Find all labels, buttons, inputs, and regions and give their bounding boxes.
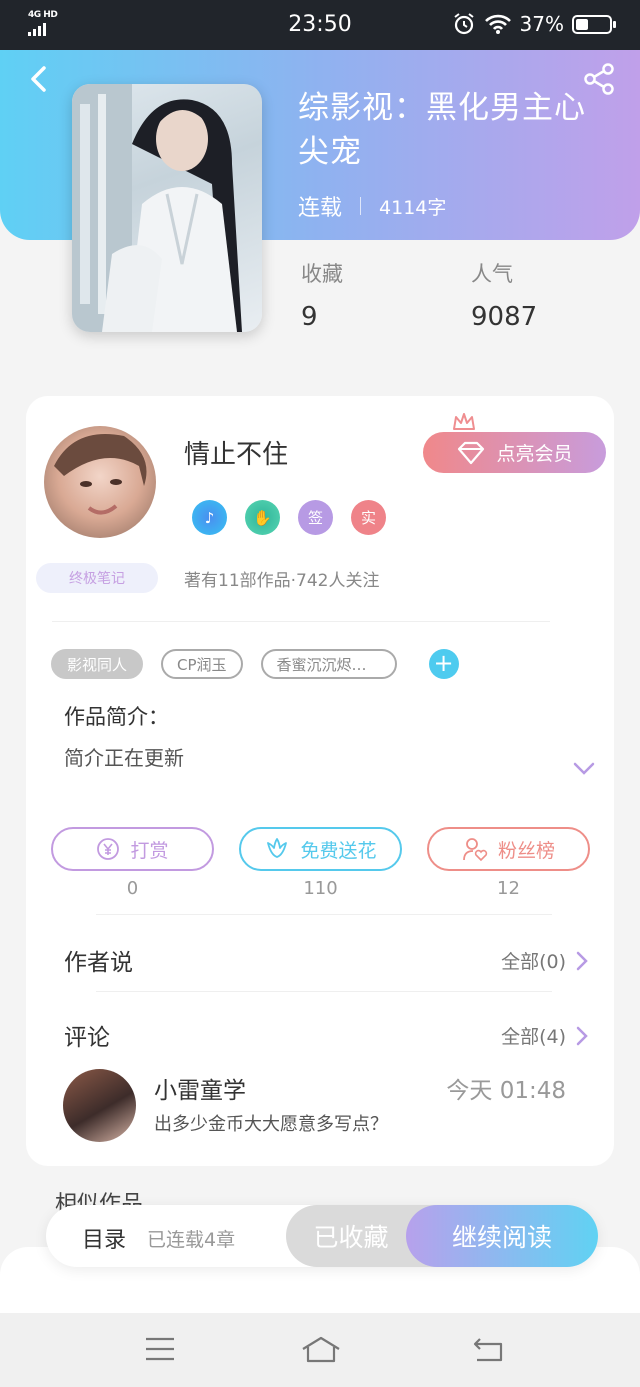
alarm-icon	[453, 13, 474, 35]
continue-reading-label: 继续阅读	[451, 1223, 552, 1252]
author-info: 著有11部作品·742人关注	[184, 571, 380, 591]
divider	[96, 914, 552, 915]
tip-count: 0	[126, 878, 139, 899]
crown-icon	[453, 413, 475, 430]
cover-illustration	[72, 84, 242, 332]
battery-icon	[572, 14, 616, 34]
divider	[52, 621, 550, 622]
word-count: 4114字	[379, 196, 447, 219]
author-avatar[interactable]	[44, 426, 156, 538]
author-says-title: 作者说	[64, 950, 133, 976]
book-title: 综影视：黑化男主心尖宠	[298, 90, 586, 170]
stat-collect: 收藏 9	[301, 258, 343, 332]
author-badges: ♪ ✋ 签 实	[192, 500, 386, 535]
table-of-contents-button[interactable]: 目录	[82, 1222, 126, 1254]
system-nav-bar	[0, 1313, 640, 1387]
collected-label: 已收藏	[313, 1223, 389, 1252]
divider	[96, 991, 552, 992]
signed-badge-icon[interactable]: 签	[298, 500, 333, 535]
yen-coin-icon	[97, 838, 120, 860]
commenter-avatar[interactable]	[63, 1069, 136, 1142]
verified-badge-icon[interactable]: 实	[351, 500, 386, 535]
fan-rank-label: 粉丝榜	[497, 839, 555, 862]
tag-item[interactable]: 香蜜沉沉烬…	[260, 649, 397, 679]
book-cover[interactable]	[72, 84, 262, 332]
tag-item[interactable]: 影视同人	[51, 649, 144, 679]
status-bar: 4G HD 23:50 37%	[0, 0, 640, 50]
chevron-right-icon	[576, 1026, 588, 1045]
book-meta: 连载 4114字	[298, 190, 446, 222]
menu-icon[interactable]	[144, 1335, 176, 1363]
author-says-all-label: 全部(0)	[501, 951, 566, 973]
activate-vip-button[interactable]: 点亮会员	[423, 432, 606, 473]
comment-text[interactable]: 出多少金币大大愿意多写点？	[154, 1110, 388, 1136]
chapter-count[interactable]: 已连载4章	[147, 1225, 235, 1252]
stat-label: 收藏	[301, 262, 343, 286]
avatar-face	[54, 434, 147, 515]
author-says-all-link[interactable]: 全部(0)	[501, 947, 588, 974]
book-status: 连载	[298, 196, 343, 221]
vip-button-label: 点亮会员	[496, 443, 573, 465]
send-flower-button[interactable]: 免费送花	[239, 827, 402, 871]
author-name[interactable]: 情止不住	[184, 434, 288, 471]
flower-count: 110	[303, 878, 338, 899]
fan-rank-count: 12	[497, 878, 520, 899]
handshake-badge-icon[interactable]: ✋	[245, 500, 280, 535]
back-arrow-icon[interactable]	[24, 64, 54, 94]
tip-label: 打赏	[130, 839, 169, 862]
battery-percent: 37%	[519, 12, 564, 36]
comments-all-label: 全部(4)	[501, 1026, 566, 1048]
stat-value: 9	[301, 302, 318, 332]
chevron-right-icon	[576, 951, 588, 970]
tag-item[interactable]: CP润玉	[161, 649, 243, 679]
send-flower-label: 免费送花	[300, 839, 377, 862]
intro-text: 简介正在更新	[64, 746, 184, 770]
chevron-down-icon[interactable]	[572, 760, 596, 776]
meta-divider	[360, 197, 362, 215]
music-badge-icon[interactable]: ♪	[192, 500, 227, 535]
add-tag-button[interactable]: +	[428, 649, 459, 679]
continue-reading-button[interactable]: 继续阅读	[406, 1205, 598, 1267]
tip-button[interactable]: 打赏	[51, 827, 214, 871]
comment-time: 今天 01:48	[446, 1078, 566, 1104]
tag-list: 影视同人 CP润玉 香蜜沉沉烬… +	[51, 649, 459, 679]
user-heart-icon	[463, 838, 488, 862]
home-icon[interactable]	[300, 1335, 342, 1365]
wifi-icon	[484, 14, 511, 34]
comments-all-link[interactable]: 全部(4)	[501, 1022, 588, 1049]
flower-icon	[267, 838, 288, 858]
comments-title: 评论	[64, 1025, 110, 1051]
commenter-name[interactable]: 小雷童学	[154, 1071, 246, 1105]
ultimate-note-badge[interactable]: 终极笔记	[36, 563, 158, 593]
stat-popularity: 人气 9087	[471, 258, 537, 332]
back-icon[interactable]	[472, 1335, 504, 1363]
fan-rank-button[interactable]: 粉丝榜	[427, 827, 590, 871]
stat-label: 人气	[471, 262, 513, 286]
intro-title: 作品简介：	[64, 705, 169, 729]
stat-value: 9087	[471, 302, 538, 332]
diamond-icon	[458, 441, 485, 464]
